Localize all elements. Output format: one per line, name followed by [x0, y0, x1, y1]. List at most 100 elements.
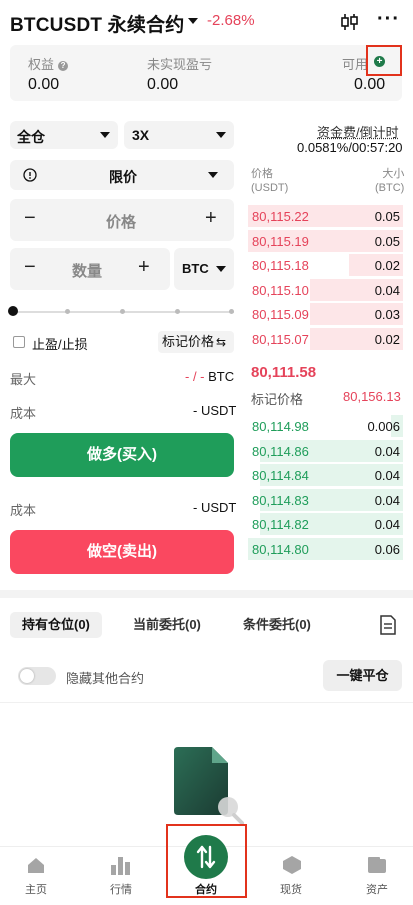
ask-row[interactable]: 80,115.22 0.05 [248, 204, 403, 228]
quantity-placeholder[interactable]: 数量 [72, 260, 102, 281]
ask-price[interactable]: 80,115.10 [252, 283, 309, 298]
info-icon[interactable] [23, 168, 37, 182]
chevron-down-icon[interactable] [188, 18, 198, 24]
slider-handle[interactable] [8, 306, 18, 316]
assets-icon[interactable] [367, 856, 387, 879]
buy-long-button[interactable]: 做多(买入) [10, 433, 234, 477]
ob-price-header-label: 价格 [251, 168, 273, 180]
bid-price[interactable]: 80,114.83 [252, 493, 309, 508]
price-minus-button[interactable]: − [24, 207, 36, 230]
tab-open-orders[interactable]: 当前委托(0) [133, 612, 201, 638]
transfer-highlight[interactable]: + [366, 45, 402, 76]
spot-icon[interactable] [282, 855, 302, 880]
ask-row[interactable]: 80,115.09 0.03 [248, 302, 403, 326]
ask-price[interactable]: 80,115.19 [252, 234, 309, 249]
ask-price[interactable]: 80,115.07 [252, 332, 309, 347]
bid-price[interactable]: 80,114.82 [252, 517, 309, 532]
futures-icon[interactable] [184, 835, 228, 879]
nav-futures[interactable]: 合约 [176, 881, 236, 897]
kline-chart-icon[interactable] [340, 12, 360, 32]
order-history-icon[interactable] [379, 615, 397, 635]
tab-conditional-orders[interactable]: 条件委托(0) [243, 612, 311, 638]
nav-home[interactable]: 主页 [6, 881, 66, 897]
price-placeholder[interactable]: 价格 [106, 211, 136, 232]
bid-price[interactable]: 80,114.80 [252, 542, 309, 557]
quantity-input[interactable]: − 数量 + [10, 248, 170, 290]
bid-row[interactable]: 80,114.98 0.006 [248, 414, 403, 438]
price-input[interactable]: − 价格 + [10, 199, 234, 241]
price-plus-button[interactable]: + [205, 207, 217, 230]
add-funds-icon[interactable]: + [374, 56, 385, 67]
qty-minus-button[interactable]: − [24, 256, 36, 279]
ask-price[interactable]: 80,115.09 [252, 307, 309, 322]
equity-value: 0.00 [28, 76, 60, 93]
ask-row[interactable]: 80,115.10 0.04 [248, 278, 403, 302]
slider-step[interactable] [120, 309, 125, 314]
bid-price[interactable]: 80,114.84 [252, 468, 309, 483]
chevron-down-icon [100, 132, 110, 138]
bid-row[interactable]: 80,114.82 0.04 [248, 512, 403, 536]
bid-size: 0.04 [374, 443, 400, 459]
bid-size: 0.06 [374, 542, 400, 557]
hide-other-label: 隐藏其他合约 [66, 671, 145, 686]
leverage-select[interactable]: 3X [124, 121, 234, 149]
slider-step[interactable] [65, 309, 70, 314]
last-price[interactable]: 80,111.58 [251, 364, 316, 381]
available-value: 0.00 [354, 76, 386, 93]
ask-price[interactable]: 80,115.22 [252, 209, 309, 224]
tab-positions[interactable]: 持有仓位(0) [10, 612, 102, 638]
bid-price[interactable]: 80,114.86 [252, 444, 309, 459]
qty-plus-button[interactable]: + [138, 256, 150, 279]
ask-size: 0.03 [374, 307, 400, 323]
info-icon[interactable]: ? [58, 60, 69, 71]
slider-step[interactable] [175, 309, 180, 314]
ask-row[interactable]: 80,115.18 0.02 [248, 253, 403, 277]
page-title[interactable]: BTCUSDT 永续合约 [10, 10, 184, 37]
max-label: 最大 [10, 372, 37, 387]
more-icon[interactable]: ··· [377, 8, 400, 31]
swap-icon: ⇆ [216, 335, 227, 349]
unit-select[interactable]: BTC [174, 248, 234, 290]
ob-price-header: 价格 (USDT) [251, 167, 288, 195]
ask-size: 0.02 [374, 258, 400, 274]
close-all-button[interactable]: 一键平仓 [323, 660, 402, 691]
ask-row[interactable]: 80,115.19 0.05 [248, 229, 403, 253]
order-type-select[interactable]: 限价 [10, 160, 234, 190]
bid-size: 0.04 [374, 492, 400, 508]
bid-size: 0.04 [374, 517, 400, 533]
cost-label-short: 成本 [10, 503, 37, 518]
ob-size-header-label: 大小 [382, 168, 405, 180]
bid-row[interactable]: 80,114.86 0.04 [248, 439, 403, 463]
ob-size-unit: (BTC) [375, 182, 405, 194]
home-icon[interactable] [26, 856, 46, 874]
margin-mode-label: 全仓 [17, 129, 45, 145]
funding-label[interactable]: 资金费/倒计时 [317, 122, 399, 141]
slider-step[interactable] [229, 309, 234, 314]
cost-value: - USDT [193, 403, 237, 418]
ask-row[interactable]: 80,115.07 0.02 [248, 327, 403, 351]
mark-price-button[interactable]: 标记价格 ⇆ [158, 331, 234, 353]
tpsl-label[interactable]: 止盈/止损 [32, 334, 88, 353]
nav-markets[interactable]: 行情 [91, 881, 151, 897]
bid-row[interactable]: 80,114.80 0.06 [248, 537, 403, 561]
nav-assets[interactable]: 资产 [347, 881, 407, 897]
bid-row[interactable]: 80,114.83 0.04 [248, 488, 403, 512]
nav-spot[interactable]: 现货 [261, 881, 321, 897]
bid-size: 0.006 [367, 419, 400, 434]
cost-value-short: - USDT [193, 500, 237, 515]
available-label: 可用 [342, 57, 369, 72]
bid-price[interactable]: 80,114.98 [252, 419, 309, 434]
sell-short-button[interactable]: 做空(卖出) [10, 530, 234, 574]
ask-price[interactable]: 80,115.18 [252, 258, 309, 273]
chevron-down-icon [216, 266, 226, 272]
margin-mode-select[interactable]: 全仓 [10, 121, 118, 149]
equity-label: 权益? [28, 54, 69, 73]
cost-label: 成本 [10, 406, 37, 421]
divider-line [0, 702, 413, 703]
tpsl-checkbox[interactable] [13, 336, 25, 348]
bid-row[interactable]: 80,114.84 0.04 [248, 463, 403, 487]
markets-icon[interactable] [110, 855, 132, 880]
ob-price-unit: (USDT) [251, 182, 289, 194]
section-divider [0, 590, 413, 598]
toggle-knob[interactable] [20, 669, 34, 683]
